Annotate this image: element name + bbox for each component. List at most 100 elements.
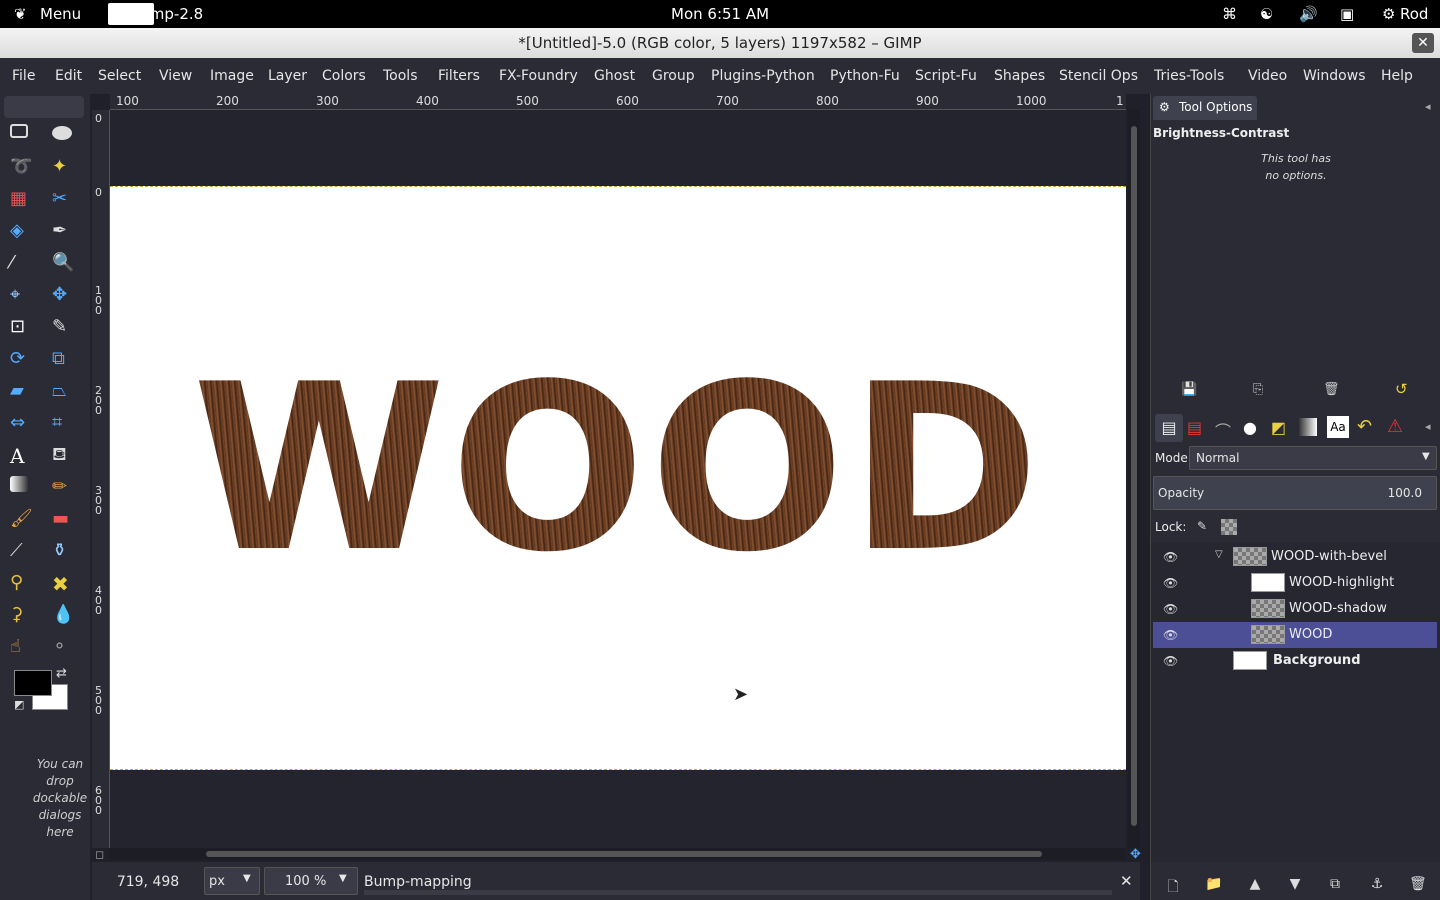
menu-file[interactable]: File <box>12 68 35 84</box>
vertical-ruler[interactable]: 0 0 100 200 300 400 500 600 <box>92 110 110 848</box>
menu-python-fu[interactable]: Python-Fu <box>830 68 900 84</box>
airbrush-icon[interactable]: ⟋ <box>10 540 32 562</box>
fuzzy-select-icon[interactable]: ✦ <box>52 156 74 178</box>
menu-view[interactable]: View <box>159 68 192 84</box>
user-icon[interactable]: ⚙ <box>1382 5 1395 23</box>
eye-icon[interactable]: 👁 <box>1163 654 1178 668</box>
paintbrush-icon[interactable]: 🖌 <box>10 508 33 530</box>
menu-script-fu[interactable]: Script-Fu <box>915 68 977 84</box>
zoom-select[interactable]: 100 % ▼ <box>264 867 358 895</box>
default-colors-icon[interactable]: ◩ <box>14 698 24 711</box>
ink-icon[interactable]: ⚱ <box>52 540 74 562</box>
tab-gradients-icon[interactable] <box>1299 418 1317 436</box>
smudge-icon[interactable]: ☝ <box>10 636 32 658</box>
accessibility-icon[interactable]: ☯ <box>1260 5 1273 23</box>
wood-text-layer[interactable]: WOOD <box>110 355 1126 585</box>
clone-icon[interactable]: ⚲ <box>10 572 32 594</box>
apple-menu-icon[interactable]: ❦ <box>14 5 27 23</box>
panel-menu-icon[interactable]: ◂ <box>1425 100 1431 113</box>
expand-chevron-icon[interactable]: ▽ <box>1215 549 1223 560</box>
foreground-color-swatch[interactable] <box>14 670 52 696</box>
swap-colors-icon[interactable]: ⇄ <box>56 666 67 681</box>
cancel-progress-icon[interactable]: ✕ <box>1120 872 1133 890</box>
foreground-select-icon[interactable]: ◈ <box>10 220 32 242</box>
tab-brushes-icon[interactable]: ● <box>1243 418 1257 437</box>
layer-row[interactable]: 👁 ▽ WOOD-with-bevel <box>1153 544 1437 570</box>
tab-patterns-icon[interactable]: ◩ <box>1271 418 1286 437</box>
tab-error-console-icon[interactable]: ⚠ <box>1387 416 1403 437</box>
horizontal-ruler[interactable]: 100 200 300 400 500 600 700 800 900 1000… <box>110 94 1126 110</box>
menu-select[interactable]: Select <box>98 68 141 84</box>
menu-plugins-python[interactable]: Plugins-Python <box>711 68 815 84</box>
eye-icon[interactable]: 👁 <box>1163 576 1178 590</box>
layer-row[interactable]: 👁 WOOD-highlight <box>1153 570 1437 596</box>
menu-fx-foundry[interactable]: FX-Foundry <box>499 68 578 84</box>
menu-windows[interactable]: Windows <box>1303 68 1366 84</box>
tab-channels-icon[interactable]: ▤ <box>1187 418 1202 437</box>
taskbar-app-label[interactable]: Gimp-2.8 <box>134 5 203 23</box>
rotate-icon[interactable]: ⟳ <box>10 348 32 370</box>
menu-tools[interactable]: Tools <box>383 68 418 84</box>
flip-icon[interactable]: ⇔ <box>10 412 32 434</box>
duplicate-layer-icon[interactable]: ⧉ <box>1327 876 1343 892</box>
reset-options-icon[interactable]: ↺ <box>1395 380 1408 398</box>
measure-icon[interactable]: ⌖ <box>10 284 32 306</box>
eye-icon[interactable]: 👁 <box>1163 602 1178 616</box>
rect-select-icon[interactable] <box>10 124 28 138</box>
vertical-scrollbar[interactable] <box>1128 110 1140 848</box>
crop-icon[interactable]: ✎ <box>52 316 74 338</box>
vertical-scroll-thumb[interactable] <box>1131 126 1137 826</box>
raise-layer-icon[interactable]: ▲ <box>1247 876 1263 892</box>
command-icon[interactable]: ⌘ <box>1222 5 1237 23</box>
text-tool-icon[interactable]: A <box>10 444 32 468</box>
layer-row[interactable]: 👁 WOOD-shadow <box>1153 596 1437 622</box>
horizontal-scrollbar[interactable] <box>110 848 1126 860</box>
layer-row-selected[interactable]: 👁 WOOD <box>1153 622 1437 648</box>
bucket-fill-icon[interactable]: ⛾ <box>52 444 74 466</box>
menu-group[interactable]: Group <box>652 68 695 84</box>
tab-paths-icon[interactable]: ⌒ <box>1215 418 1231 442</box>
quick-mask-icon[interactable]: ◻ <box>95 848 104 861</box>
menu-help[interactable]: Help <box>1381 68 1413 84</box>
ellipse-select-icon[interactable] <box>52 126 72 140</box>
pencil-icon[interactable]: ✏ <box>52 476 74 498</box>
horizontal-scroll-thumb[interactable] <box>206 851 1042 857</box>
menu-layer[interactable]: Layer <box>268 68 307 84</box>
new-layer-icon[interactable]: 🗋 <box>1165 876 1181 895</box>
color-picker-icon[interactable]: ⁄ <box>10 252 32 274</box>
tab-tool-options[interactable]: ⚙ Tool Options <box>1153 96 1257 120</box>
delete-layer-icon[interactable]: 🗑 <box>1409 876 1427 892</box>
paths-icon[interactable]: ✒ <box>52 220 74 242</box>
blend-icon[interactable] <box>10 476 28 492</box>
align-icon[interactable]: ⊡ <box>10 316 32 338</box>
lower-layer-icon[interactable]: ▼ <box>1287 876 1303 892</box>
lock-alpha-icon[interactable] <box>1221 519 1237 535</box>
tab-layers-icon[interactable]: ▤ <box>1155 414 1183 442</box>
system-menu-button[interactable]: Menu <box>40 5 81 23</box>
tab-fonts-icon[interactable]: Aa <box>1327 416 1349 438</box>
navigate-icon[interactable]: ✥ <box>1130 847 1141 862</box>
restore-options-icon[interactable]: ⎘ <box>1253 382 1263 397</box>
eye-icon[interactable]: 👁 <box>1163 628 1178 642</box>
wilber-drop-area[interactable] <box>4 96 84 118</box>
eraser-icon[interactable]: ▬ <box>52 508 74 530</box>
layers-panel-menu-icon[interactable]: ◂ <box>1425 420 1431 433</box>
perspective-clone-icon[interactable]: ⚳ <box>10 604 32 626</box>
image-canvas[interactable]: WOOD <box>110 186 1126 770</box>
cage-transform-icon[interactable]: ⌗ <box>52 412 74 434</box>
menu-filters[interactable]: Filters <box>438 68 480 84</box>
opacity-slider[interactable]: Opacity 100.0 <box>1153 476 1437 510</box>
volume-icon[interactable]: 🔊 <box>1299 5 1318 23</box>
scissors-select-icon[interactable]: ✂ <box>52 188 74 210</box>
menu-image[interactable]: Image <box>210 68 254 84</box>
save-options-icon[interactable]: 💾 <box>1181 382 1197 397</box>
close-window-button[interactable]: ✕ <box>1412 33 1434 53</box>
network-icon[interactable]: ▣ <box>1340 5 1354 23</box>
move-icon[interactable]: ✥ <box>52 284 74 306</box>
heal-icon[interactable]: ✖ <box>52 572 74 596</box>
system-clock[interactable]: Mon 6:51 AM <box>671 5 769 23</box>
delete-options-icon[interactable]: 🗑 <box>1323 382 1340 397</box>
user-name[interactable]: Rod <box>1400 5 1428 23</box>
free-select-icon[interactable]: ➰ <box>10 156 32 178</box>
anchor-layer-icon[interactable]: ⚓ <box>1369 876 1385 892</box>
